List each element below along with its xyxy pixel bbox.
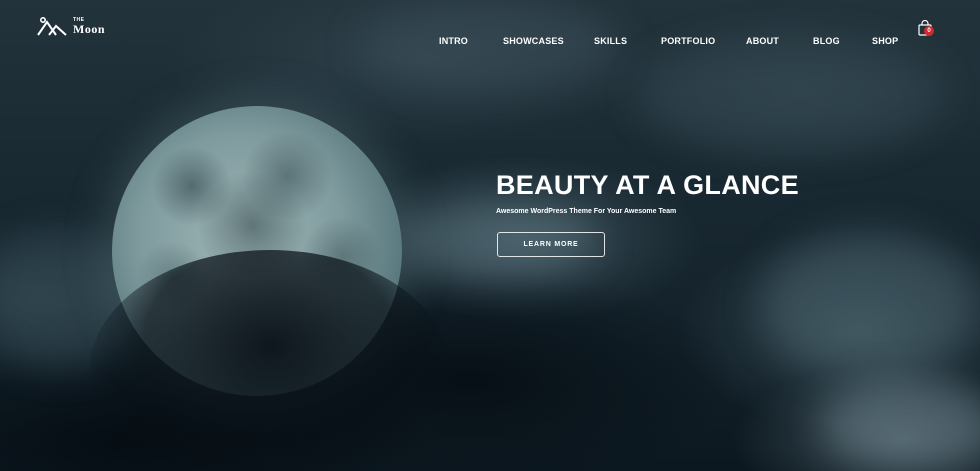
nav-item-intro[interactable]: INTRO [439, 36, 468, 46]
hero-headline: BEAUTY AT A GLANCE [496, 170, 799, 200]
cloud-decoration [820, 380, 980, 470]
cart-count-badge: 0 [924, 26, 934, 36]
cloud-decoration [760, 230, 980, 380]
nav-item-shop[interactable]: SHOP [872, 36, 898, 46]
cloud-decoration [360, 0, 620, 90]
cart-button[interactable]: 0 [918, 19, 934, 36]
nav-item-showcases[interactable]: SHOWCASES [503, 36, 564, 46]
logo-text: THE Moon [73, 17, 105, 36]
hero-section: THE Moon INTRO SHOWCASES SKILLS PORTFOLI… [0, 0, 980, 471]
nav-item-blog[interactable]: BLOG [813, 36, 840, 46]
cloud-decoration [640, 40, 940, 150]
nav-item-portfolio[interactable]: PORTFOLIO [661, 36, 715, 46]
learn-more-button[interactable]: LEARN MORE [497, 232, 605, 257]
site-logo[interactable]: THE Moon [37, 16, 105, 36]
hero-subline: Awesome WordPress Theme For Your Awesome… [496, 208, 677, 215]
nav-item-skills[interactable]: SKILLS [594, 36, 627, 46]
nav-item-about[interactable]: ABOUT [746, 36, 779, 46]
mountain-logo-icon [37, 16, 67, 36]
logo-name: Moon [73, 21, 105, 36]
